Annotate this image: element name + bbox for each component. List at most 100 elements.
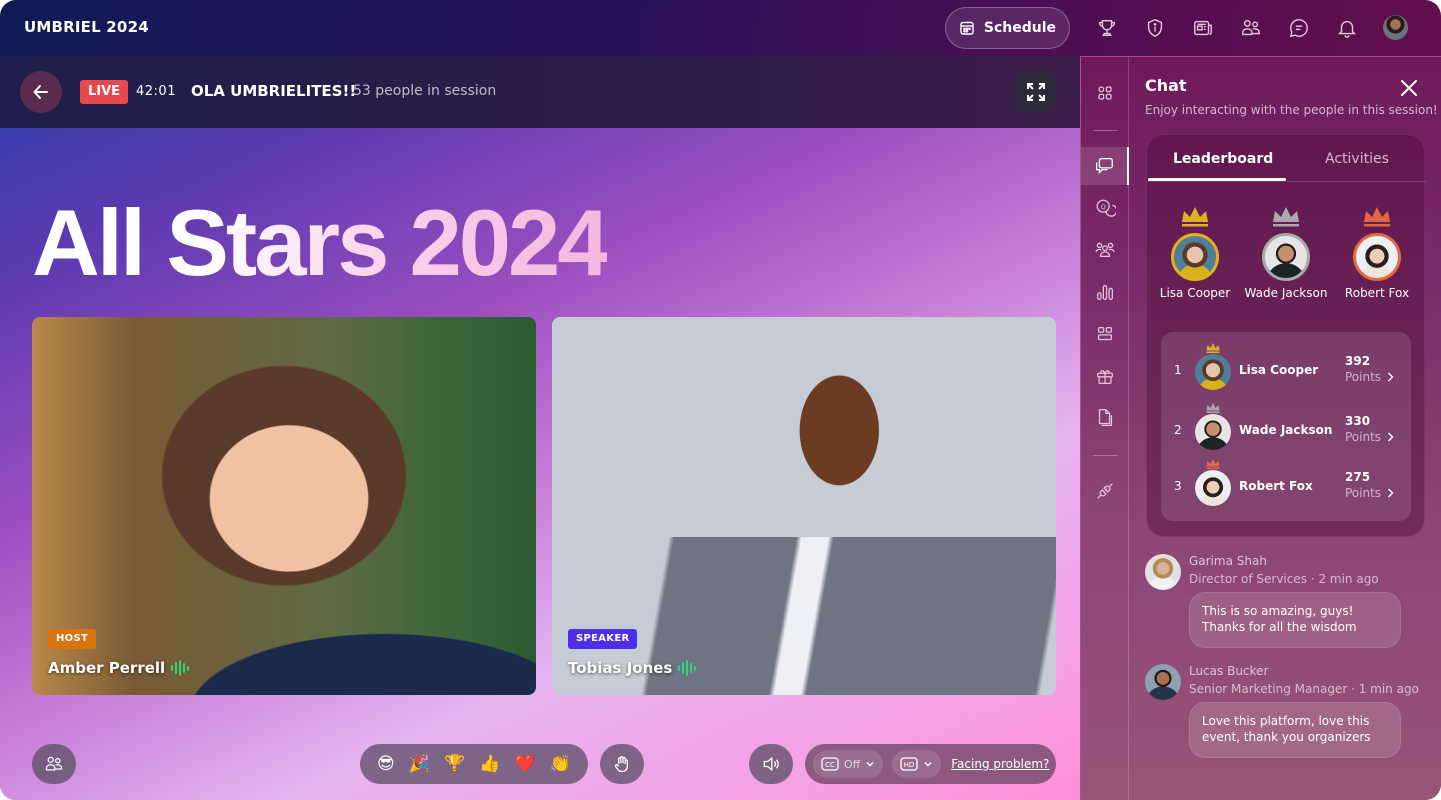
leaderboard-row[interactable]: 3 Robert Fox 275 Points bbox=[1161, 459, 1411, 511]
tab-activities[interactable]: Activities bbox=[1325, 151, 1389, 167]
message-bubble: Love this platform, love this event, tha… bbox=[1189, 702, 1401, 758]
user-avatar[interactable] bbox=[1383, 15, 1408, 40]
reaction-party[interactable]: 🎉 bbox=[409, 755, 430, 773]
gold-crown-icon bbox=[1182, 207, 1208, 227]
notifications-button[interactable] bbox=[1333, 14, 1361, 42]
podium-name: Robert Fox bbox=[1344, 286, 1410, 300]
fullscreen-button[interactable] bbox=[1016, 72, 1056, 112]
panel-rail: Q bbox=[1081, 57, 1129, 800]
stage: LIVE 42:01 OLA UMBRIELITES!! 53 people i… bbox=[0, 56, 1080, 800]
people-icon bbox=[45, 756, 63, 771]
podium-third[interactable]: Robert Fox bbox=[1332, 205, 1422, 300]
brand-title: UMBRIEL 2024 bbox=[24, 18, 149, 36]
quality-dropdown[interactable]: HD bbox=[892, 750, 942, 778]
message-avatar bbox=[1145, 664, 1181, 700]
silver-crown-icon bbox=[1273, 207, 1299, 227]
points-label-text: Points bbox=[1345, 370, 1382, 384]
schedule-label: Schedule bbox=[983, 20, 1057, 36]
panel-title: Chat bbox=[1145, 76, 1187, 95]
info-button[interactable] bbox=[1141, 14, 1169, 42]
chevron-right-icon bbox=[1388, 488, 1394, 498]
session-title: OLA UMBRIELITES!! bbox=[191, 82, 357, 100]
podium-second[interactable]: Wade Jackson bbox=[1241, 205, 1331, 300]
people-count: 53 people in session bbox=[353, 83, 497, 99]
rail-apps[interactable] bbox=[1081, 74, 1129, 112]
participants-button[interactable] bbox=[32, 744, 76, 784]
widgets-icon bbox=[1097, 326, 1113, 341]
people-button[interactable] bbox=[1237, 14, 1265, 42]
hd-icon: HD bbox=[900, 757, 918, 771]
rank-name: Wade Jackson bbox=[1239, 423, 1333, 437]
raise-hand-button[interactable] bbox=[600, 744, 644, 784]
chevron-right-icon bbox=[1388, 432, 1394, 442]
session-timer: 42:01 bbox=[136, 84, 176, 99]
hand-icon bbox=[614, 756, 628, 773]
rail-files[interactable] bbox=[1081, 399, 1129, 437]
video-tile-speaker[interactable]: SPEAKER Tobias Jones bbox=[552, 317, 1056, 695]
podium-first[interactable]: Lisa Cooper bbox=[1150, 205, 1240, 300]
top-bar: UMBRIEL 2024 Schedule bbox=[0, 0, 1441, 56]
silver-crown-icon bbox=[1206, 403, 1220, 413]
session-bar: LIVE 42:01 OLA UMBRIELITES!! 53 people i… bbox=[0, 56, 1080, 128]
rank-avatar bbox=[1195, 470, 1231, 506]
reaction-heart[interactable]: ❤️ bbox=[515, 755, 536, 773]
message-author: Garima Shah bbox=[1189, 554, 1267, 568]
leaderboard-row[interactable]: 1 Lisa Cooper 392 Points bbox=[1161, 343, 1411, 395]
points-label: Points bbox=[1345, 370, 1394, 384]
event-app: UMBRIEL 2024 Schedule LIVE 42:01 OLA UMB… bbox=[0, 0, 1441, 800]
rail-integrations[interactable] bbox=[1081, 472, 1129, 510]
trophy-button[interactable] bbox=[1093, 14, 1121, 42]
rail-widgets[interactable] bbox=[1081, 315, 1129, 353]
hero-title: All Stars 2024 bbox=[32, 190, 610, 295]
podium-name: Lisa Cooper bbox=[1159, 286, 1231, 300]
facing-problem-link[interactable]: Facing problem? bbox=[951, 757, 1049, 771]
reaction-trophy[interactable]: 🏆 bbox=[444, 755, 465, 773]
news-button[interactable] bbox=[1189, 14, 1217, 42]
svg-text:CC: CC bbox=[825, 761, 835, 769]
close-panel-button[interactable] bbox=[1396, 75, 1422, 101]
rail-gifts[interactable] bbox=[1081, 357, 1129, 395]
reaction-clap[interactable]: 👏 bbox=[550, 755, 571, 773]
bell-icon bbox=[1338, 20, 1356, 38]
rank-avatar bbox=[1195, 354, 1231, 390]
info-shield-icon bbox=[1147, 19, 1163, 38]
live-badge: LIVE bbox=[80, 80, 128, 104]
reaction-thumbs-up[interactable]: 👍 bbox=[479, 755, 500, 773]
volume-button[interactable] bbox=[749, 744, 793, 784]
reactions-bar: 😎 🎉 🏆 👍 ❤️ 👏 bbox=[360, 744, 588, 784]
schedule-button[interactable]: Schedule bbox=[945, 7, 1070, 49]
speaking-wave-icon bbox=[678, 660, 697, 676]
reaction-cool[interactable]: 😎 bbox=[377, 755, 395, 773]
panel-tabs: Leaderboard Activities bbox=[1147, 135, 1426, 182]
chat-icon bbox=[1096, 158, 1113, 174]
document-icon bbox=[1098, 409, 1113, 426]
speaking-wave-icon bbox=[171, 660, 190, 676]
apps-icon bbox=[1098, 86, 1112, 100]
rail-people[interactable] bbox=[1081, 231, 1129, 269]
leaderboard-row[interactable]: 2 Wade Jackson 330 Points bbox=[1161, 403, 1411, 455]
rank-number: 3 bbox=[1174, 479, 1182, 493]
participant-name: Amber Perrell bbox=[48, 659, 190, 677]
calendar-icon bbox=[960, 21, 974, 35]
poll-chart-icon bbox=[1097, 284, 1113, 300]
host-badge: HOST bbox=[48, 629, 97, 649]
bronze-crown-icon bbox=[1364, 207, 1390, 227]
video-tile-host[interactable]: HOST Amber Perrell bbox=[32, 317, 536, 695]
points-label: Points bbox=[1345, 430, 1394, 444]
rail-qa[interactable]: Q bbox=[1081, 189, 1129, 227]
rail-chat[interactable] bbox=[1081, 147, 1129, 185]
points-label-text: Points bbox=[1345, 486, 1382, 500]
close-icon bbox=[1401, 80, 1417, 96]
chevron-right-icon bbox=[1388, 372, 1394, 382]
speaker-badge: SPEAKER bbox=[568, 629, 638, 649]
captions-dropdown[interactable]: CC Off bbox=[813, 750, 884, 778]
tab-leaderboard[interactable]: Leaderboard bbox=[1173, 151, 1273, 167]
participant-name-text: Tobias Jones bbox=[568, 659, 673, 677]
back-button[interactable] bbox=[20, 71, 62, 113]
rank-points: 330 bbox=[1345, 414, 1371, 428]
messages-button[interactable] bbox=[1285, 14, 1313, 42]
plug-icon bbox=[1097, 483, 1113, 499]
rail-polls[interactable] bbox=[1081, 273, 1129, 311]
message-meta: Director of Services · 2 min ago bbox=[1189, 572, 1379, 586]
group-icon bbox=[1095, 242, 1115, 258]
